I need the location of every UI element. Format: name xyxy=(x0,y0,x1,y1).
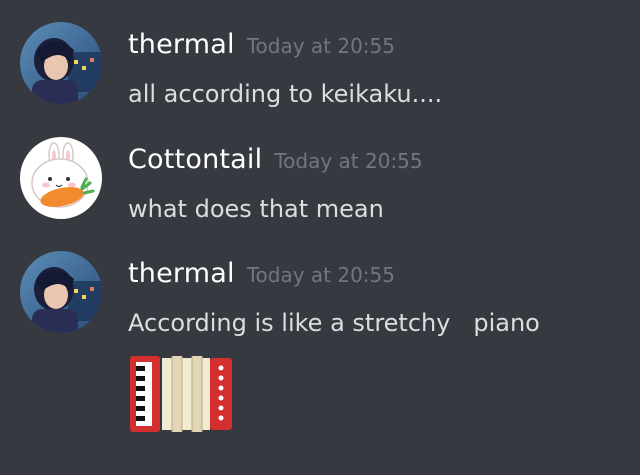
chat-message: thermal Today at 20:55 According is like … xyxy=(0,240,640,475)
timestamp: Today at 20:55 xyxy=(246,263,395,287)
chat-message: Cottontail Today at 20:55 what does that … xyxy=(0,125,640,240)
message-header: thermal Today at 20:55 xyxy=(128,29,395,60)
chat-message: thermal Today at 20:55 all according to k… xyxy=(0,0,640,125)
message-content: According is like a stretchy piano xyxy=(128,309,540,337)
anime-character-avatar-icon[interactable] xyxy=(20,22,102,104)
message-content: all according to keikaku.... xyxy=(128,80,443,108)
chat-log: thermal Today at 20:55 all according to k… xyxy=(0,0,640,475)
message-header: thermal Today at 20:55 xyxy=(128,258,395,289)
message-header: Cottontail Today at 20:55 xyxy=(128,144,423,175)
username[interactable]: thermal xyxy=(128,258,235,289)
accordion-emoji-icon[interactable] xyxy=(128,352,234,436)
bunny-with-carrot-avatar-icon[interactable] xyxy=(20,137,102,219)
username[interactable]: Cottontail xyxy=(128,144,262,175)
timestamp: Today at 20:55 xyxy=(274,149,423,173)
username[interactable]: thermal xyxy=(128,29,235,60)
message-content: what does that mean xyxy=(128,195,384,223)
anime-character-avatar-icon[interactable] xyxy=(20,251,102,333)
timestamp: Today at 20:55 xyxy=(246,34,395,58)
